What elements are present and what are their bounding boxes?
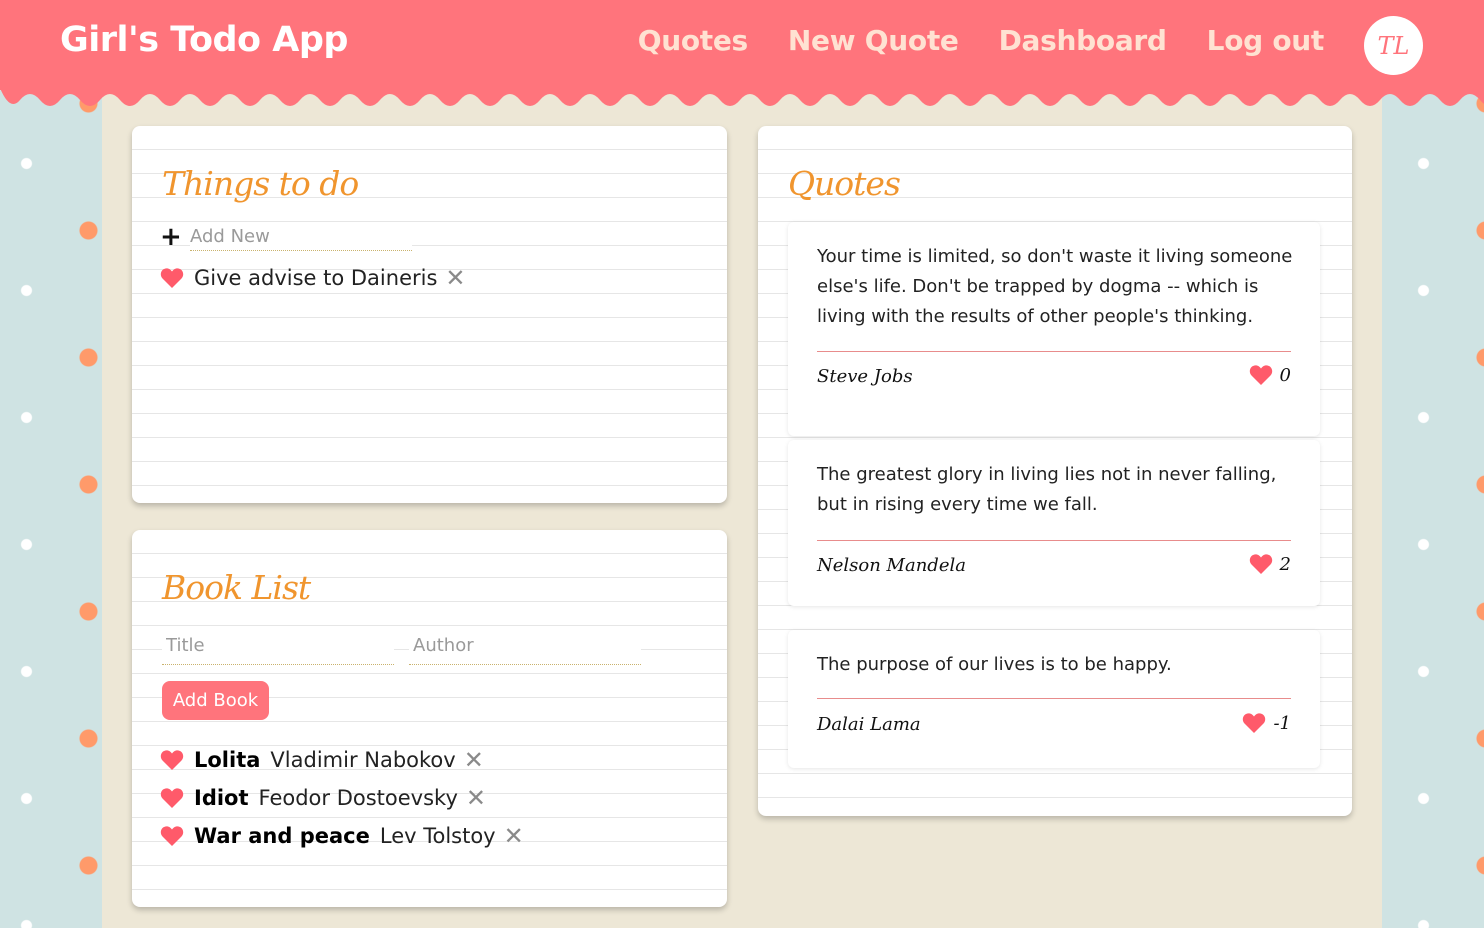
book-title-input[interactable] — [162, 626, 394, 665]
quotes-title: Quotes — [788, 164, 901, 203]
nav-log-out[interactable]: Log out — [1207, 24, 1325, 57]
avatar[interactable]: TL — [1364, 16, 1423, 75]
book-item: War and peace Lev Tolstoy ✕ — [160, 824, 524, 848]
heart-icon[interactable] — [160, 787, 184, 809]
book-item: Idiot Feodor Dostoevsky ✕ — [160, 786, 486, 810]
heart-icon[interactable] — [160, 825, 184, 847]
todo-card: Things to do + Give advise to Daineris ✕ — [132, 126, 727, 503]
likes-count: 2 — [1279, 553, 1291, 575]
book-author-input[interactable] — [409, 626, 641, 665]
heart-icon[interactable] — [160, 749, 184, 771]
quote-card: The purpose of our lives is to be happy.… — [788, 630, 1320, 768]
app-brand[interactable]: Girl's Todo App — [60, 20, 348, 60]
book-list-card: Book List Add Book Lolita Vladimir Nabok… — [132, 530, 727, 907]
quote-likes: 0 — [1248, 364, 1291, 386]
quote-text: Your time is limited, so don't waste it … — [817, 246, 1293, 327]
book-list-title: Book List — [162, 568, 311, 607]
app-header: Girl's Todo App Quotes New Quote Dashboa… — [0, 0, 1484, 90]
heart-icon[interactable] — [1241, 712, 1267, 734]
book-author: Vladimir Nabokov — [270, 748, 456, 772]
quote-text: The greatest glory in living lies not in… — [817, 464, 1277, 515]
heart-icon[interactable] — [160, 267, 184, 289]
heart-icon[interactable] — [1248, 364, 1274, 386]
quote-text: The purpose of our lives is to be happy. — [817, 654, 1172, 675]
plus-icon[interactable]: + — [160, 224, 184, 250]
quote-card: The greatest glory in living lies not in… — [788, 440, 1320, 606]
nav-quotes[interactable]: Quotes — [638, 24, 749, 57]
quote-author: Dalai Lama — [817, 714, 921, 735]
header-wave-shape — [0, 88, 1484, 106]
add-todo-input[interactable] — [190, 222, 412, 251]
book-title: Lolita — [194, 748, 261, 772]
close-icon[interactable]: ✕ — [466, 786, 486, 810]
add-book-button[interactable]: Add Book — [162, 681, 269, 720]
quote-likes: -1 — [1241, 712, 1291, 734]
nav-dashboard[interactable]: Dashboard — [999, 24, 1167, 57]
book-title: Idiot — [194, 786, 249, 810]
add-todo-row: + — [160, 222, 412, 251]
todo-item: Give advise to Daineris ✕ — [160, 266, 466, 290]
quote-author: Steve Jobs — [817, 366, 913, 387]
quote-likes: 2 — [1248, 553, 1291, 575]
book-title: War and peace — [194, 824, 370, 848]
close-icon[interactable]: ✕ — [464, 748, 484, 772]
quote-author: Nelson Mandela — [817, 555, 966, 576]
close-icon[interactable]: ✕ — [445, 266, 465, 290]
nav-new-quote[interactable]: New Quote — [788, 24, 959, 57]
todo-title: Things to do — [162, 164, 359, 203]
quote-divider — [817, 698, 1291, 699]
quote-divider — [817, 540, 1291, 541]
close-icon[interactable]: ✕ — [504, 824, 524, 848]
quote-card: Your time is limited, so don't waste it … — [788, 222, 1320, 436]
book-author: Lev Tolstoy — [379, 824, 496, 848]
book-author: Feodor Dostoevsky — [258, 786, 458, 810]
likes-count: -1 — [1273, 712, 1291, 734]
book-item: Lolita Vladimir Nabokov ✕ — [160, 748, 484, 772]
header-wave — [0, 88, 1484, 106]
quotes-card: Quotes Your time is limited, so don't wa… — [758, 126, 1352, 816]
quote-divider — [817, 351, 1291, 352]
todo-text: Give advise to Daineris — [194, 266, 438, 290]
heart-icon[interactable] — [1248, 553, 1274, 575]
main-nav: Quotes New Quote Dashboard Log out — [638, 24, 1325, 57]
likes-count: 0 — [1279, 364, 1291, 386]
